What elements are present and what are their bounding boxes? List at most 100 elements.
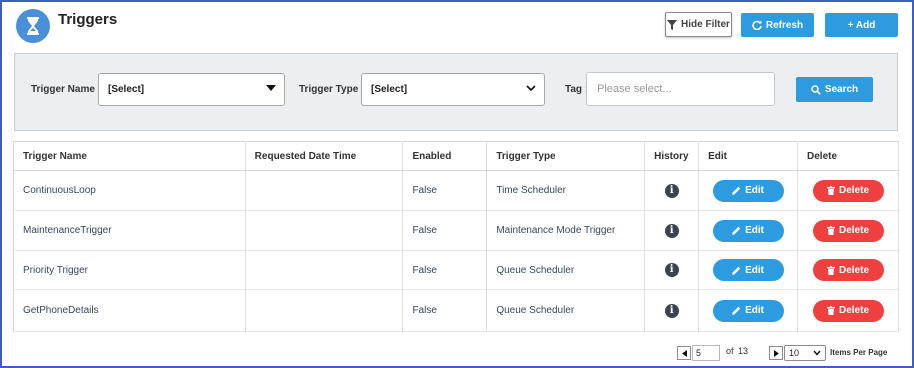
edit-cell: Edit bbox=[698, 210, 799, 251]
edit-cell: Edit bbox=[698, 250, 799, 290]
search-icon bbox=[811, 84, 821, 95]
trigger-type-value: [Select] bbox=[371, 84, 408, 95]
requested-date-cell bbox=[245, 250, 404, 290]
table-row: Priority Trigger False Queue Scheduler i… bbox=[13, 250, 899, 290]
tag-input[interactable]: Please select... bbox=[586, 72, 775, 106]
trigger-name-cell: GetPhoneDetails bbox=[13, 289, 246, 332]
chevron-down-icon bbox=[813, 350, 821, 356]
items-per-page-select[interactable]: 10 bbox=[784, 345, 826, 361]
add-trigger-button[interactable]: + Add bbox=[825, 13, 898, 37]
search-label: Search bbox=[824, 84, 859, 95]
delete-label: Delete bbox=[838, 185, 869, 196]
column-header: Edit bbox=[698, 141, 799, 171]
history-cell: i bbox=[644, 250, 700, 290]
trigger-name-label: Trigger Name : bbox=[31, 84, 102, 95]
trigger-type-cell: Queue Scheduler bbox=[486, 250, 646, 290]
search-button[interactable]: Search bbox=[796, 77, 873, 102]
column-header: Delete bbox=[797, 141, 899, 171]
table-row: ContinuousLoop False Time Scheduler i Ed… bbox=[13, 170, 899, 211]
delete-cell: Delete bbox=[797, 170, 899, 211]
info-icon[interactable]: i bbox=[664, 183, 679, 198]
add-label: + Add bbox=[847, 19, 876, 31]
trash-icon bbox=[826, 306, 835, 315]
caret-right-icon bbox=[773, 349, 779, 357]
delete-label: Delete bbox=[838, 264, 869, 276]
trigger-type-label: Trigger Type : bbox=[299, 84, 365, 95]
info-icon[interactable]: i bbox=[664, 303, 679, 318]
edit-button[interactable]: Edit bbox=[712, 259, 784, 281]
tag-label: Tag : bbox=[565, 84, 589, 95]
enabled-cell: False bbox=[402, 170, 488, 211]
enabled-cell: False bbox=[402, 289, 488, 332]
edit-label: Edit bbox=[745, 305, 764, 316]
pencil-icon bbox=[732, 226, 741, 235]
enabled-cell: False bbox=[402, 250, 488, 290]
trigger-name-cell: ContinuousLoop bbox=[13, 170, 246, 211]
refresh-icon bbox=[752, 20, 762, 30]
requested-date-cell bbox=[245, 210, 404, 251]
hide-filter-label: Hide Filter bbox=[681, 19, 730, 30]
column-header[interactable]: Trigger Name bbox=[13, 141, 246, 171]
table-row: GetPhoneDetails False Queue Scheduler i … bbox=[13, 289, 899, 332]
hide-filter-button[interactable]: Hide Filter bbox=[665, 12, 732, 37]
table-row: MaintenanceTrigger False Maintenance Mod… bbox=[13, 210, 899, 251]
trigger-name-select[interactable]: [Select] bbox=[98, 73, 285, 106]
chevron-down-icon bbox=[526, 85, 536, 92]
info-icon[interactable]: i bbox=[664, 263, 679, 277]
edit-button[interactable]: Edit bbox=[712, 299, 784, 322]
trash-icon bbox=[826, 226, 835, 235]
hourglass-icon bbox=[16, 9, 50, 43]
trigger-name-cell: Priority Trigger bbox=[13, 250, 246, 290]
history-cell: i bbox=[644, 210, 700, 251]
items-per-page-value: 10 bbox=[789, 348, 800, 358]
trigger-type-cell: Maintenance Mode Trigger bbox=[486, 210, 646, 251]
refresh-label: Refresh bbox=[765, 19, 804, 31]
trigger-type-cell: Time Scheduler bbox=[486, 170, 646, 211]
history-cell: i bbox=[644, 289, 700, 332]
delete-button[interactable]: Delete bbox=[812, 259, 884, 281]
edit-button[interactable]: Edit bbox=[712, 179, 784, 202]
next-page-button[interactable] bbox=[769, 346, 783, 360]
refresh-button[interactable]: Refresh bbox=[741, 13, 814, 37]
pencil-icon bbox=[732, 266, 741, 275]
delete-label: Delete bbox=[838, 225, 869, 236]
trigger-type-select[interactable]: [Select] bbox=[361, 73, 545, 106]
requested-date-cell bbox=[245, 170, 404, 211]
edit-label: Edit bbox=[745, 185, 764, 196]
column-header[interactable]: Requested Date Time bbox=[245, 141, 404, 171]
edit-cell: Edit bbox=[698, 170, 799, 211]
of-label: of bbox=[726, 346, 734, 356]
delete-label: Delete bbox=[838, 305, 869, 316]
pencil-icon bbox=[732, 186, 741, 195]
delete-button[interactable]: Delete bbox=[812, 299, 884, 322]
page-title: Triggers bbox=[58, 11, 118, 28]
pencil-icon bbox=[732, 306, 741, 315]
delete-button[interactable]: Delete bbox=[812, 179, 884, 202]
delete-cell: Delete bbox=[797, 289, 899, 332]
total-pages: 13 bbox=[738, 346, 749, 356]
column-header: History bbox=[644, 141, 700, 171]
trash-icon bbox=[826, 265, 835, 275]
edit-button[interactable]: Edit bbox=[712, 219, 784, 242]
prev-page-button[interactable] bbox=[677, 346, 691, 360]
delete-cell: Delete bbox=[797, 210, 899, 251]
column-header[interactable]: Trigger Type bbox=[486, 141, 646, 171]
caret-down-icon bbox=[266, 85, 276, 91]
caret-left-icon bbox=[681, 349, 687, 357]
requested-date-cell bbox=[245, 289, 404, 332]
edit-label: Edit bbox=[745, 225, 764, 236]
delete-button[interactable]: Delete bbox=[812, 219, 884, 242]
trigger-name-cell: MaintenanceTrigger bbox=[13, 210, 246, 251]
trash-icon bbox=[826, 186, 835, 195]
history-cell: i bbox=[644, 170, 700, 211]
trigger-name-value: [Select] bbox=[108, 84, 145, 95]
edit-label: Edit bbox=[745, 264, 764, 276]
info-icon[interactable]: i bbox=[664, 223, 679, 238]
triggers-table: Trigger Name Requested Date Time Enabled… bbox=[13, 141, 899, 332]
column-header[interactable]: Enabled bbox=[402, 141, 488, 171]
trigger-type-cell: Queue Scheduler bbox=[486, 289, 646, 332]
filter-icon bbox=[667, 19, 678, 30]
delete-cell: Delete bbox=[797, 250, 899, 290]
items-per-page-label: Items Per Page bbox=[830, 348, 888, 357]
page-number-input[interactable]: 5 bbox=[692, 345, 720, 361]
